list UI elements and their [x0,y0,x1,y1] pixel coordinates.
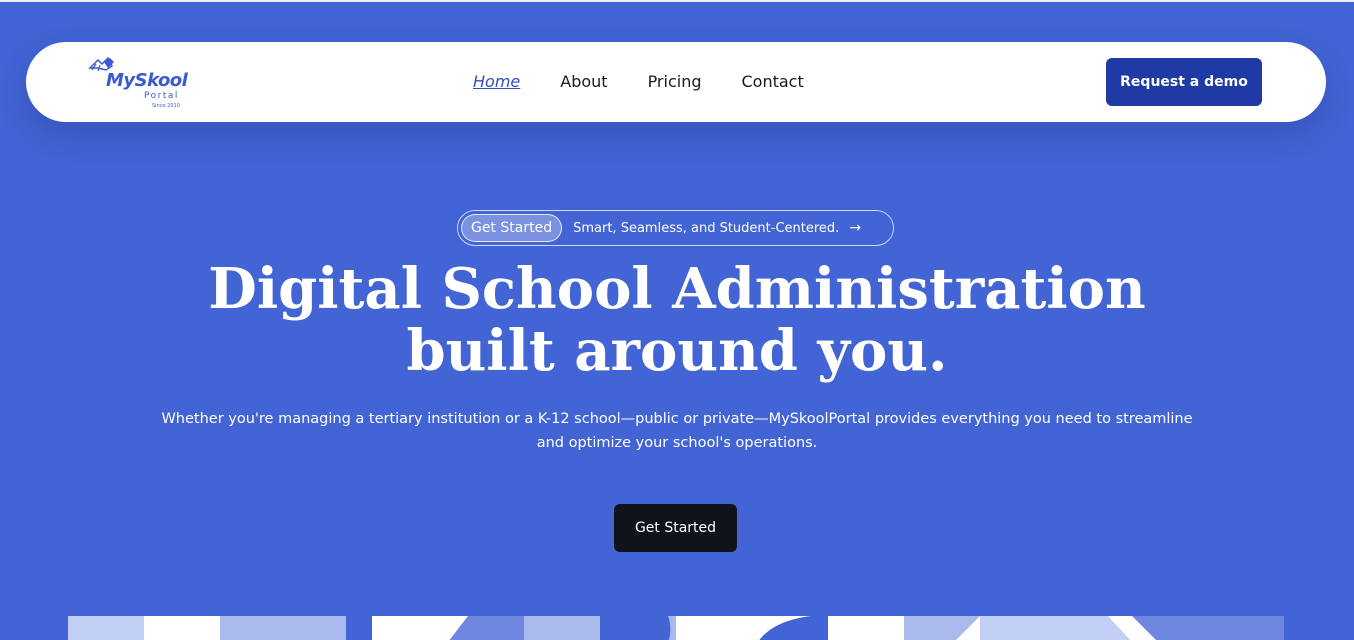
nav-home[interactable]: Home [473,72,520,92]
arrow-right-icon: → [849,220,862,236]
brand-name: MySkool [106,70,188,91]
brand-subtitle: Portal [144,91,179,101]
hero-title-line2: built around you. [406,318,948,384]
pill-get-started-tag[interactable]: Get Started [461,214,563,242]
landing-page: MySkool Portal Since 2010 Home About Pri… [0,0,1354,640]
hero-description: Whether you're managing a tertiary insti… [161,411,1193,451]
request-demo-button[interactable]: Request a demo [1106,58,1262,106]
nav-pricing[interactable]: Pricing [648,72,702,92]
pill-tagline: Smart, Seamless, and Student-Centered. [573,220,840,236]
decorative-pattern [68,616,1284,640]
hero-pill[interactable]: Get Started Smart, Seamless, and Student… [457,210,894,246]
hero-title-line1: Digital School Administration [208,256,1146,322]
brand-logo[interactable]: MySkool Portal Since 2010 [88,56,188,110]
get-started-button[interactable]: Get Started [614,504,737,552]
nav-contact[interactable]: Contact [742,72,804,92]
top-navbar: MySkool Portal Since 2010 Home About Pri… [26,42,1326,122]
nav-links: Home About Pricing Contact [473,72,844,92]
brand-since: Since 2010 [152,103,180,109]
hero-title: Digital School Administration built arou… [0,258,1354,382]
nav-about[interactable]: About [560,72,607,92]
